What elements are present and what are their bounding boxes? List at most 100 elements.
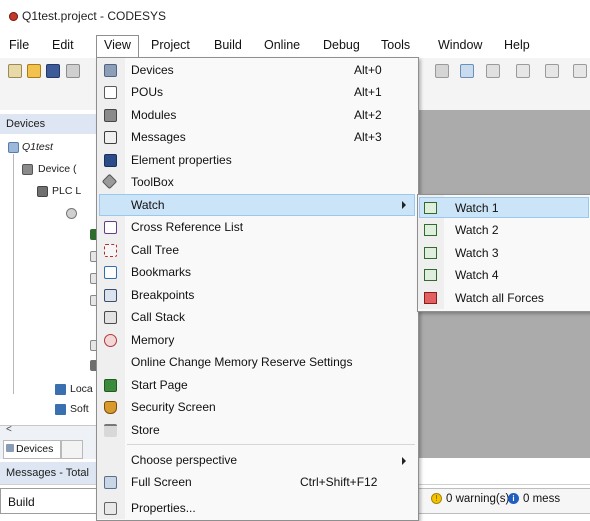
menu-item-security-screen-label: Security Screen	[131, 400, 216, 414]
menu-tools[interactable]: Tools	[381, 38, 410, 52]
menu-item-toolbox-label: ToolBox	[131, 175, 174, 189]
codesys-app-icon	[9, 12, 18, 21]
menu-item-messages-label: Messages	[131, 130, 186, 144]
menu-item-modules-shortcut: Alt+2	[354, 108, 382, 122]
menu-item-watch-label: Watch	[131, 198, 165, 212]
breakpoints-icon	[104, 289, 117, 302]
messages-icon	[104, 131, 117, 144]
submenu-item-watch-4[interactable]: Watch 4	[455, 268, 499, 282]
menu-item-element-properties-label: Element properties	[131, 153, 232, 167]
menu-item-store-label: Store	[131, 423, 160, 437]
messages-count[interactable]: 0 mess	[523, 493, 560, 505]
watch1-highlight	[419, 197, 589, 218]
menu-item-full-screen-label: Full Screen	[131, 475, 192, 489]
menu-edit[interactable]: Edit	[52, 38, 74, 52]
watch-window-icon	[424, 202, 437, 214]
project-icon	[8, 142, 19, 153]
toolbar-window-icon[interactable]	[460, 64, 474, 78]
bookmarks-icon	[104, 266, 117, 279]
menu-item-choose-perspective-label: Choose perspective	[131, 453, 238, 467]
tree-item-local[interactable]: Loca	[70, 383, 93, 395]
menu-item-properties-label: Properties...	[131, 501, 196, 515]
scroll-left-arrow-icon[interactable]: <	[6, 424, 12, 435]
menu-item-cross-reference-label: Cross Reference List	[131, 220, 244, 234]
tab-pous[interactable]	[61, 440, 83, 459]
message-category-value: Build	[8, 495, 35, 509]
submenu-arrow-icon	[402, 201, 406, 209]
menu-item-breakpoints-label: Breakpoints	[131, 288, 195, 302]
tab-devices-label: Devices	[16, 443, 54, 455]
devices-icon	[104, 64, 117, 77]
menu-project[interactable]: Project	[151, 38, 190, 52]
window-title: Q1test.project - CODESYS	[22, 9, 167, 23]
submenu-item-watch-2[interactable]: Watch 2	[455, 223, 499, 237]
modules-icon	[104, 109, 117, 122]
menu-view[interactable]: View	[104, 38, 131, 52]
menu-item-devices-shortcut: Alt+0	[354, 63, 382, 77]
properties-icon	[104, 502, 117, 515]
element-properties-icon	[104, 154, 117, 167]
menu-item-devices-label: Devices	[131, 63, 174, 77]
watch-window-icon	[424, 224, 437, 236]
toolbar-export-icon[interactable]	[516, 64, 530, 78]
open-folder-icon[interactable]	[27, 64, 41, 78]
messages-panel-title: Messages - Total	[6, 467, 89, 479]
security-screen-icon	[104, 401, 117, 414]
new-project-icon[interactable]	[8, 64, 22, 78]
toolbar-more-icon[interactable]	[573, 64, 587, 78]
call-tree-icon	[104, 244, 117, 257]
softmotion-icon	[55, 404, 66, 415]
print-icon[interactable]	[66, 64, 80, 78]
menu-item-bookmarks-label: Bookmarks	[131, 265, 192, 279]
menu-debug[interactable]: Debug	[323, 38, 360, 52]
full-screen-icon	[104, 476, 117, 489]
menu-item-start-page-label: Start Page	[131, 378, 188, 392]
menu-item-modules-label: Modules	[131, 108, 177, 122]
tree-item-project[interactable]: Q1test	[22, 141, 53, 153]
toolbar-calendar-icon[interactable]	[545, 64, 559, 78]
plc-logic-icon	[37, 186, 48, 197]
tree-connector	[13, 154, 14, 394]
menu-item-call-tree-label: Call Tree	[131, 243, 180, 257]
submenu-item-watch-1[interactable]: Watch 1	[455, 201, 499, 215]
menu-file[interactable]: File	[9, 38, 29, 52]
watch-window-icon	[424, 269, 437, 281]
info-icon: i	[508, 493, 519, 504]
watch-window-icon	[424, 247, 437, 259]
menu-item-memory-label: Memory	[131, 333, 175, 347]
submenu-item-watch-3[interactable]: Watch 3	[455, 246, 499, 260]
menu-item-call-stack-label: Call Stack	[131, 310, 186, 324]
menu-separator	[127, 444, 415, 445]
submenu-arrow-icon	[402, 457, 406, 465]
menu-item-online-change-memory-label: Online Change Memory Reserve Settings	[131, 355, 353, 369]
watch-forces-icon	[424, 292, 437, 304]
menu-item-pous-label: POUs	[131, 85, 164, 99]
devices-tab-icon	[6, 444, 14, 452]
call-stack-icon	[104, 311, 117, 324]
toolbar-layout-icon[interactable]	[486, 64, 500, 78]
cross-reference-icon	[104, 221, 117, 234]
save-icon[interactable]	[46, 64, 60, 78]
menu-item-pous-shortcut: Alt+1	[354, 85, 382, 99]
tree-item-device[interactable]: Device (	[38, 163, 77, 175]
menu-window[interactable]: Window	[438, 38, 482, 52]
submenu-item-watch-all-forces[interactable]: Watch all Forces	[455, 291, 544, 305]
local-io-icon	[55, 384, 66, 395]
device-icon	[22, 164, 33, 175]
memory-icon	[104, 334, 117, 347]
application-gear-icon	[66, 208, 77, 219]
tree-item-soft[interactable]: Soft	[70, 403, 89, 415]
warning-icon: !	[431, 493, 442, 504]
pous-icon	[104, 86, 117, 99]
warnings-count[interactable]: 0 warning(s)	[446, 493, 509, 505]
devices-panel-title: Devices	[6, 118, 46, 130]
tree-item-plc-logic[interactable]: PLC L	[52, 185, 81, 197]
store-icon	[104, 424, 117, 437]
menu-item-full-screen-shortcut: Ctrl+Shift+F12	[300, 475, 378, 489]
menu-online[interactable]: Online	[264, 38, 300, 52]
toolbar-tool-icon[interactable]	[435, 64, 449, 78]
menu-help[interactable]: Help	[504, 38, 530, 52]
menu-build[interactable]: Build	[214, 38, 242, 52]
menu-item-messages-shortcut: Alt+3	[354, 130, 382, 144]
start-page-icon	[104, 379, 117, 392]
